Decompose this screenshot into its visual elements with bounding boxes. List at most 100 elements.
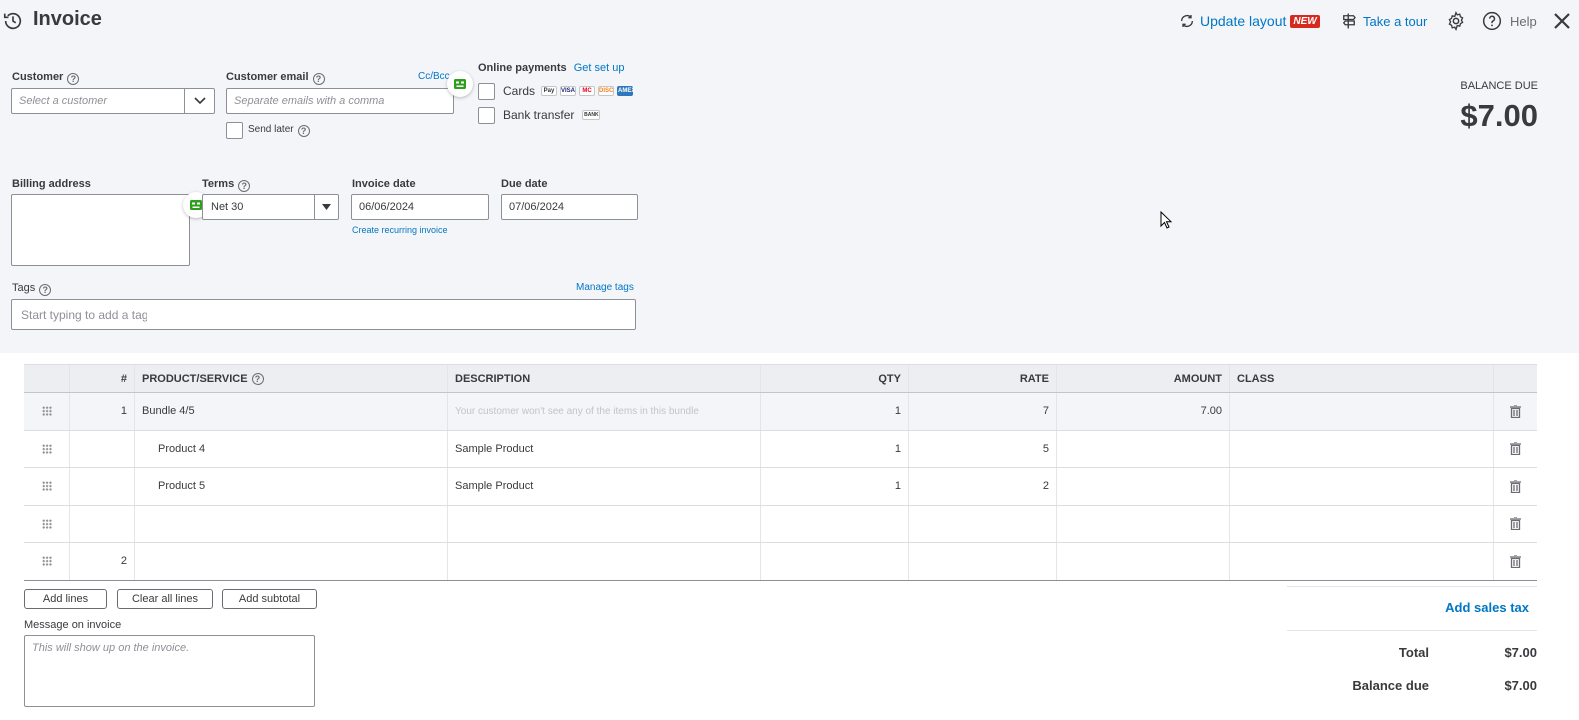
row-product[interactable]: Product 4 xyxy=(135,430,448,467)
table-row[interactable]: Product 4 Sample Product 1 5 xyxy=(24,430,1537,468)
cc-bcc-link[interactable]: Cc/Bcc xyxy=(418,71,450,82)
row-qty[interactable]: 1 xyxy=(761,393,909,430)
visa-logo: VISA xyxy=(560,86,577,96)
take-tour-button[interactable]: Take a tour xyxy=(1340,12,1427,30)
help-button[interactable]: Help xyxy=(1482,11,1537,31)
apple-pay-logo: Pay xyxy=(541,86,558,96)
table-row[interactable]: Product 5 Sample Product 1 2 xyxy=(24,468,1537,506)
help-icon[interactable]: ? xyxy=(67,73,80,85)
row-number: 1 xyxy=(70,393,135,430)
due-date-field[interactable]: 07/06/2024 xyxy=(501,194,638,220)
bank-transfer-checkbox[interactable] xyxy=(478,107,495,124)
trash-icon[interactable] xyxy=(1510,554,1521,568)
total-label: Total xyxy=(1398,645,1429,660)
help-icon[interactable]: ? xyxy=(312,73,325,85)
row-description[interactable] xyxy=(448,543,761,580)
drag-handle-icon[interactable] xyxy=(41,481,52,492)
row-amount[interactable] xyxy=(1057,468,1230,505)
row-qty[interactable] xyxy=(761,505,909,542)
line-items-table: # PRODUCT/SERVICE? DESCRIPTION QTY RATE … xyxy=(24,364,1537,581)
manage-tags-link[interactable]: Manage tags xyxy=(576,282,634,293)
row-class[interactable] xyxy=(1230,393,1494,430)
robot-icon xyxy=(454,79,466,89)
help-icon[interactable]: ? xyxy=(238,180,251,192)
drag-handle-icon[interactable] xyxy=(41,406,52,417)
customer-email-field[interactable]: Separate emails with a comma xyxy=(226,88,454,114)
row-class[interactable] xyxy=(1230,430,1494,467)
trash-icon[interactable] xyxy=(1510,517,1521,531)
row-product[interactable]: Product 5 xyxy=(135,468,448,505)
new-badge: NEW xyxy=(1290,14,1320,28)
billing-address-label: Billing address xyxy=(12,178,91,190)
tags-input[interactable]: Start typing to add a tag xyxy=(11,299,636,330)
row-amount[interactable]: 7.00 xyxy=(1057,393,1230,430)
row-amount[interactable] xyxy=(1057,543,1230,580)
row-qty[interactable] xyxy=(761,543,909,580)
table-row[interactable]: 2 xyxy=(24,543,1537,581)
row-class[interactable] xyxy=(1230,468,1494,505)
add-subtotal-button[interactable]: Add subtotal xyxy=(222,589,317,609)
col-rate: RATE xyxy=(909,365,1057,392)
message-textarea[interactable]: This will show up on the invoice. xyxy=(24,635,315,707)
mouse-cursor-icon xyxy=(1160,211,1172,229)
help-icon[interactable]: ? xyxy=(39,284,52,296)
row-rate[interactable]: 5 xyxy=(909,430,1057,467)
tags-placeholder: Start typing to add a tag xyxy=(21,307,147,322)
caret-down-icon[interactable] xyxy=(314,195,338,219)
row-rate[interactable] xyxy=(909,505,1057,542)
discover-logo: DISC xyxy=(598,86,615,96)
trash-icon[interactable] xyxy=(1510,479,1521,493)
billing-address-field[interactable] xyxy=(11,194,190,266)
row-description[interactable]: Sample Product xyxy=(448,468,761,505)
table-row[interactable]: 1 Bundle 4/5 Your customer won't see any… xyxy=(24,393,1537,431)
row-class[interactable] xyxy=(1230,543,1494,580)
add-sales-tax-link[interactable]: Add sales tax xyxy=(1445,600,1529,615)
row-product[interactable]: Bundle 4/5 xyxy=(135,393,448,430)
cards-checkbox[interactable] xyxy=(478,83,495,100)
row-amount[interactable] xyxy=(1057,505,1230,542)
customer-select[interactable]: Select a customer xyxy=(11,88,215,114)
add-lines-button[interactable]: Add lines xyxy=(24,589,107,609)
tags-label: Tags? xyxy=(12,282,52,296)
drag-handle-icon[interactable] xyxy=(41,518,52,529)
row-class[interactable] xyxy=(1230,505,1494,542)
trash-icon[interactable] xyxy=(1510,404,1521,418)
get-set-up-link[interactable]: Get set up xyxy=(574,62,625,74)
row-qty[interactable]: 1 xyxy=(761,468,909,505)
send-later-checkbox[interactable] xyxy=(226,122,243,139)
update-layout-button[interactable]: Update layout NEW xyxy=(1179,13,1320,29)
row-rate[interactable]: 7 xyxy=(909,393,1057,430)
table-header: # PRODUCT/SERVICE? DESCRIPTION QTY RATE … xyxy=(24,364,1537,393)
invoice-date-field[interactable]: 06/06/2024 xyxy=(351,194,489,220)
drag-handle-icon[interactable] xyxy=(41,443,52,454)
update-layout-label: Update layout xyxy=(1200,13,1287,29)
gear-icon[interactable] xyxy=(1446,11,1466,31)
create-recurring-link[interactable]: Create recurring invoice xyxy=(352,225,448,235)
terms-select[interactable]: Net 30 xyxy=(202,194,339,220)
help-icon[interactable]: ? xyxy=(251,372,264,385)
row-description[interactable] xyxy=(448,505,761,542)
assistant-badge[interactable] xyxy=(447,71,473,97)
terms-label: Terms? xyxy=(202,178,251,192)
close-icon[interactable] xyxy=(1552,11,1572,31)
table-row[interactable] xyxy=(24,505,1537,543)
row-rate[interactable] xyxy=(909,543,1057,580)
take-tour-label: Take a tour xyxy=(1363,13,1428,29)
customer-label: Customer? xyxy=(12,71,80,85)
row-amount[interactable] xyxy=(1057,430,1230,467)
total-value: $7.00 xyxy=(1504,645,1537,660)
row-qty[interactable]: 1 xyxy=(761,430,909,467)
row-description[interactable]: Your customer won't see any of the items… xyxy=(448,393,761,430)
chevron-down-icon[interactable] xyxy=(184,89,214,113)
trash-icon[interactable] xyxy=(1510,442,1521,456)
row-product[interactable] xyxy=(135,543,448,580)
recent-history-icon[interactable] xyxy=(2,10,24,32)
send-later-label: Send later? xyxy=(248,124,310,137)
row-rate[interactable]: 2 xyxy=(909,468,1057,505)
row-description[interactable]: Sample Product xyxy=(448,430,761,467)
invoice-date-label: Invoice date xyxy=(352,178,416,190)
row-product[interactable] xyxy=(135,505,448,542)
drag-handle-icon[interactable] xyxy=(41,556,52,567)
help-icon[interactable]: ? xyxy=(297,125,310,137)
clear-all-lines-button[interactable]: Clear all lines xyxy=(117,589,213,609)
